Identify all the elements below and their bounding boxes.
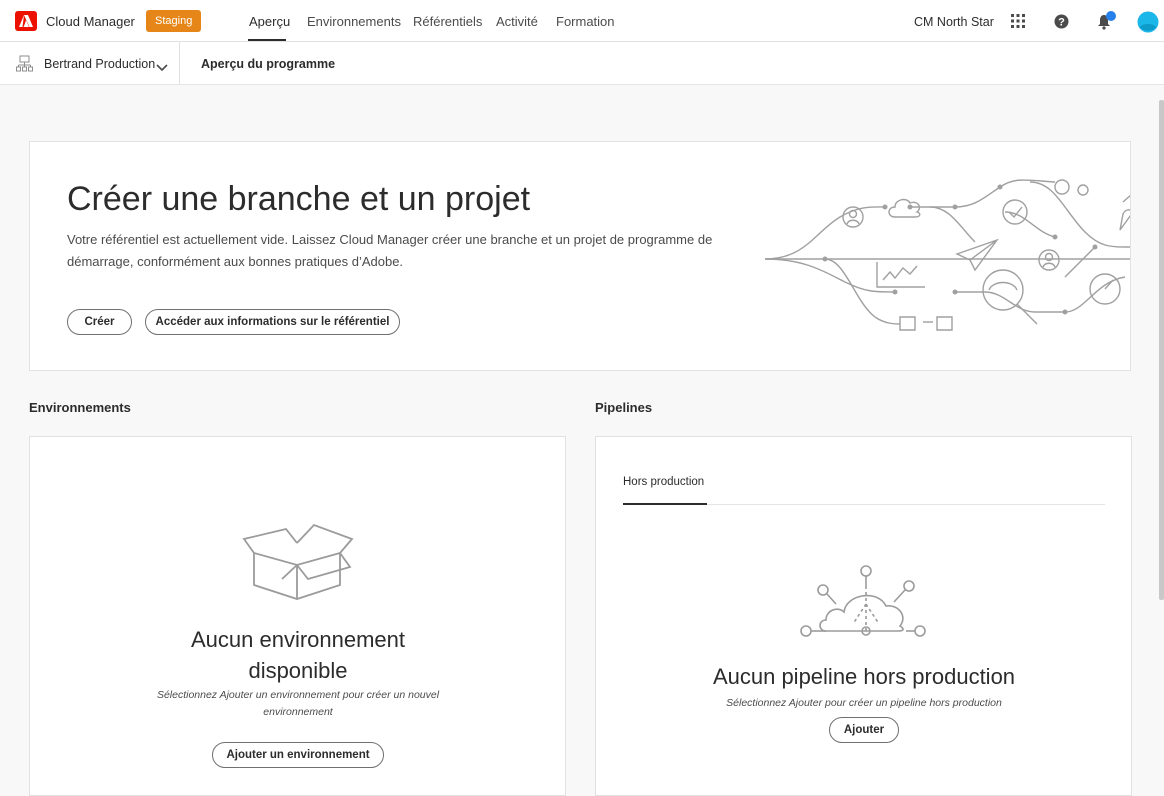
nav-tab-apercu[interactable]: Aperçu <box>249 14 290 29</box>
pipelines-empty-title: Aucun pipeline hors production <box>712 664 1016 689</box>
org-switcher[interactable]: CM North Star <box>914 15 994 29</box>
nav-active-underline <box>248 39 286 41</box>
adobe-logo-icon[interactable] <box>15 11 37 31</box>
pipelines-card: Hors production Aucun pipeline hors prod… <box>595 436 1132 796</box>
program-bar: Bertrand Production Aperçu du programme <box>0 42 1164 85</box>
avatar[interactable] <box>1137 11 1159 38</box>
environments-empty-title: Aucun environnement disponible <box>190 627 406 683</box>
program-name: Bertrand Production <box>44 57 156 71</box>
app-name[interactable]: Cloud Manager <box>46 14 135 29</box>
environments-section-title: Environnements <box>29 400 131 415</box>
create-branch-card: Créer une branche et un projet Votre réf… <box>29 141 1131 371</box>
empty-box-icon <box>242 523 354 600</box>
apps-grid-icon[interactable] <box>1010 13 1026 34</box>
pipeline-cloud-icon <box>800 565 926 637</box>
scrollbar[interactable] <box>1159 100 1164 600</box>
add-pipeline-button[interactable]: Ajouter <box>829 717 899 743</box>
nav-tab-activite[interactable]: Activité <box>496 14 538 29</box>
pipelines-section-title: Pipelines <box>595 400 653 415</box>
workflow-illustration <box>765 179 1130 331</box>
environments-empty-description: Sélectionnez Ajouter un environnement po… <box>156 689 440 718</box>
bell-icon[interactable] <box>1096 11 1118 36</box>
top-bar: Cloud Manager Staging Aperçu Environneme… <box>0 0 1164 42</box>
tab-active-underline <box>623 503 707 505</box>
staging-badge: Staging <box>146 10 202 32</box>
pipelines-empty-description: Sélectionnez Ajouter pour créer un pipel… <box>726 697 1002 709</box>
chevron-down-icon[interactable] <box>156 59 168 77</box>
repo-info-button[interactable]: Accéder aux informations sur le référent… <box>145 309 400 335</box>
tab-hors-production[interactable]: Hors production <box>623 476 704 488</box>
add-environment-button[interactable]: Ajouter un environnement <box>212 742 384 768</box>
program-icon <box>16 55 33 77</box>
hero-description: Votre référentiel est actuellement vide.… <box>67 232 713 269</box>
program-selector[interactable]: Bertrand Production <box>0 42 180 84</box>
hero-title: Créer une branche et un projet <box>67 180 531 218</box>
page-title: Aperçu du programme <box>201 57 336 71</box>
svg-text:?: ? <box>1058 17 1065 29</box>
create-button[interactable]: Créer <box>67 309 132 335</box>
help-icon[interactable]: ? <box>1054 14 1069 34</box>
nav-tab-environnements[interactable]: Environnements <box>307 14 401 29</box>
nav-tab-referentiels[interactable]: Référentiels <box>413 14 482 29</box>
environments-card: Aucun environnement disponible Sélection… <box>29 436 566 796</box>
nav-tab-formation[interactable]: Formation <box>556 14 615 29</box>
